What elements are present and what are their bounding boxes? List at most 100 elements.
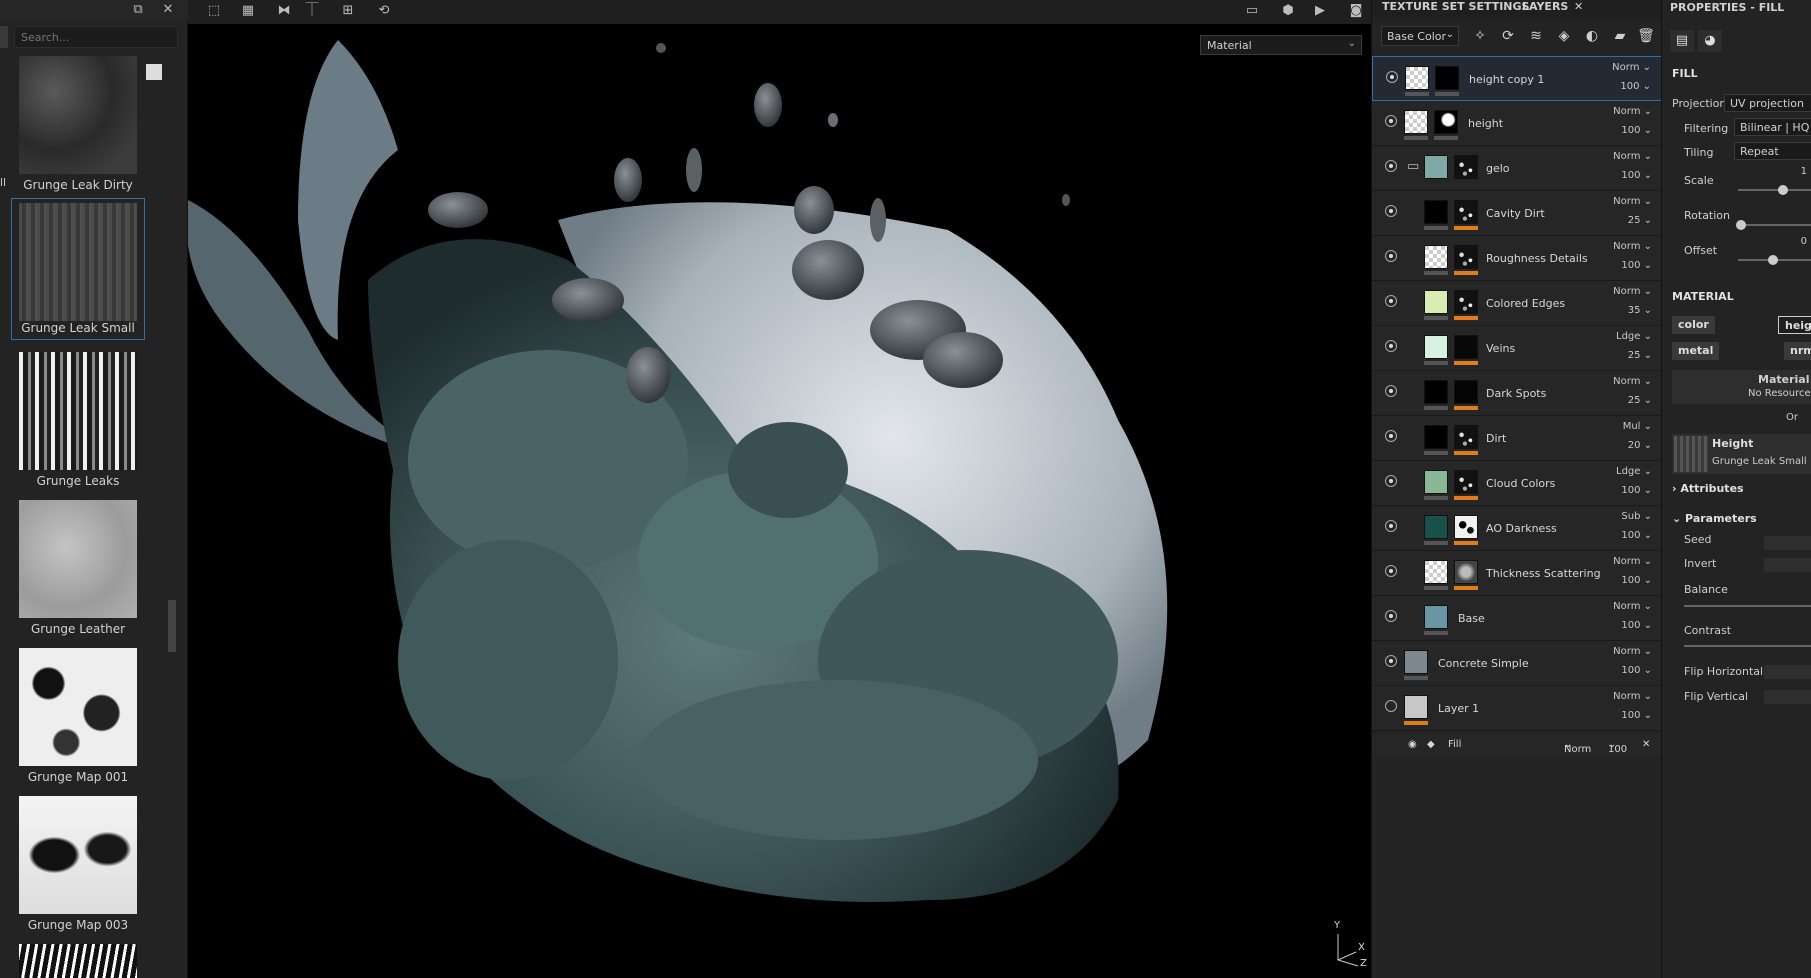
visibility-eye-icon[interactable] (1385, 205, 1397, 217)
tab-layers[interactable]: LAYERS (1522, 0, 1568, 13)
visibility-eye-icon[interactable] (1385, 340, 1397, 352)
mask-thumbnail[interactable] (1454, 200, 1478, 224)
layer-blend-mode[interactable]: Norm ⌄ (1613, 601, 1652, 612)
scale-slider-knob[interactable] (1778, 185, 1788, 195)
flip-horizontal-toggle[interactable] (1764, 665, 1811, 679)
shelf-item-grunge-leaks[interactable]: Grunge Leaks (12, 352, 144, 492)
visibility-eye-icon[interactable] (1385, 610, 1397, 622)
channel-toggle-height[interactable]: heigh (1778, 316, 1811, 334)
mask-thumbnail[interactable] (1454, 155, 1478, 179)
delete-layer-icon[interactable]: 🗑 (1636, 27, 1656, 45)
flip-vertical-toggle[interactable] (1764, 690, 1811, 704)
layer-opacity[interactable]: 100 ⌄ (1621, 575, 1652, 586)
height-resource-slot[interactable]: Height Grunge Leak Small (1672, 434, 1811, 474)
layer-row-concrete-simple[interactable]: Concrete Simple Norm ⌄ 100 ⌄ (1372, 641, 1662, 686)
layer-opacity[interactable]: 100 ⌄ (1621, 485, 1652, 496)
view-3d-icon[interactable]: ⬢ (1278, 3, 1298, 19)
scale-slider[interactable] (1738, 185, 1811, 195)
folder-icon[interactable]: ▭ (1407, 159, 1419, 174)
add-effect-icon[interactable]: ✧ (1470, 27, 1490, 45)
projection-select[interactable]: UV projection (1724, 94, 1811, 112)
layer-blend-mode[interactable]: Norm ⌄ (1613, 241, 1652, 252)
mask-thumbnail[interactable] (1454, 245, 1478, 269)
layer-name[interactable]: Layer 1 (1438, 702, 1479, 715)
shelf-toggle-checkbox[interactable] (146, 64, 162, 80)
visibility-eye-icon[interactable] (1386, 71, 1398, 83)
visibility-eye-icon[interactable] (1385, 430, 1397, 442)
visibility-eye-icon[interactable] (1385, 520, 1397, 532)
layer-blend-mode[interactable]: Mul ⌄ (1623, 421, 1652, 432)
mask-thumbnail[interactable] (1435, 66, 1459, 90)
layer-opacity[interactable]: 100 ⌄ (1621, 620, 1652, 631)
shelf-item-partial[interactable] (12, 944, 144, 978)
layer-blend-mode[interactable]: Norm ⌄ (1613, 376, 1652, 387)
layer-blend-mode[interactable]: Norm ⌄ (1613, 286, 1652, 297)
mask-thumbnail[interactable] (1454, 470, 1478, 494)
layer-blend-mode[interactable]: Norm ⌄ (1613, 106, 1652, 117)
tab-texture-set-settings[interactable]: TEXTURE SET SETTINGS (1382, 0, 1529, 13)
material-mode-icon[interactable]: ▤ (1670, 30, 1694, 52)
layer-row-layer-1[interactable]: Layer 1 Norm ⌄ 100 ⌄ (1372, 686, 1662, 731)
add-folder-icon[interactable]: ▰ (1610, 27, 1630, 45)
attributes-section[interactable]: › Attributes (1672, 482, 1744, 495)
mirror-icon[interactable]: ⧓ (274, 3, 294, 19)
layer-opacity[interactable]: 20 ⌄ (1628, 440, 1652, 451)
add-smart-mask-icon[interactable]: ⟳ (1498, 27, 1518, 45)
layer-name[interactable]: Dark Spots (1486, 387, 1546, 400)
layer-opacity[interactable]: 100 ⌄ (1621, 125, 1652, 136)
layer-row-cavity-dirt[interactable]: Cavity Dirt Norm ⌄ 25 ⌄ (1372, 191, 1662, 236)
layer-name[interactable]: Colored Edges (1486, 297, 1565, 310)
layer-opacity[interactable]: 100 ⌄ (1621, 260, 1652, 271)
channel-toggle-nrm[interactable]: nrm (1784, 342, 1811, 360)
layer-row-base[interactable]: Base Norm ⌄ 100 ⌄ (1372, 596, 1662, 641)
viewport-display-mode-select[interactable]: Material ⌄ (1200, 35, 1362, 55)
fill-blend-mode[interactable]: Norm ⌄ (1564, 739, 1591, 755)
shelf-search-input[interactable] (14, 26, 178, 48)
layer-name[interactable]: Roughness Details (1486, 252, 1588, 265)
visibility-eye-icon[interactable] (1385, 700, 1397, 712)
view-2d-icon[interactable]: ▭ (1242, 3, 1262, 19)
scale-value[interactable]: 1 (1801, 166, 1807, 177)
layer-blend-mode[interactable]: Norm ⌄ (1613, 196, 1652, 207)
layer-name[interactable]: Cloud Colors (1486, 477, 1555, 490)
viewport-3d[interactable]: ⬚ ▦ ⧓ ⏉ ⊞ ⟲ ▭ ⬢ ▶ ◙ Material ⌄ Y X Z (188, 0, 1371, 978)
layer-name[interactable]: Cavity Dirt (1486, 207, 1545, 220)
add-layer-icon[interactable]: ≋ (1526, 27, 1546, 45)
layer-blend-mode[interactable]: Sub ⌄ (1621, 511, 1652, 522)
shelf-item-grunge-map-003[interactable]: Grunge Map 003 (12, 796, 144, 936)
add-icon[interactable]: ⊞ (338, 3, 358, 19)
layer-opacity[interactable]: 100 ⌄ (1621, 170, 1652, 181)
contrast-slider[interactable] (1684, 645, 1811, 647)
layer-name[interactable]: Veins (1486, 342, 1515, 355)
channel-toggle-metal[interactable]: metal (1672, 342, 1720, 360)
visibility-eye-icon[interactable] (1385, 250, 1397, 262)
mask-thumbnail[interactable] (1454, 560, 1478, 584)
layer-blend-mode[interactable]: Norm ⌄ (1613, 691, 1652, 702)
layer-row-height-copy-1[interactable]: height copy 1 Norm ⌄ 100 ⌄ (1372, 56, 1662, 101)
parameters-section[interactable]: ⌄ Parameters (1672, 512, 1757, 525)
channel-select[interactable]: Base Color ⌄ (1381, 26, 1459, 46)
shelf-category-tab[interactable] (0, 26, 8, 48)
visibility-eye-icon[interactable] (1385, 475, 1397, 487)
layer-row-gelo[interactable]: ▭ gelo Norm ⌄ 100 ⌄ (1372, 146, 1662, 191)
material-resource-slot[interactable]: Material r No Resource (1672, 370, 1811, 404)
undock-icon[interactable]: ⧉ (130, 2, 146, 18)
layer-row-veins[interactable]: Veins Ldge ⌄ 25 ⌄ (1372, 326, 1662, 371)
fill-effect-name[interactable]: Fill (1448, 739, 1461, 750)
selection-mode-icon[interactable]: ⬚ (204, 3, 224, 19)
add-mask-icon[interactable]: ◐ (1582, 27, 1602, 45)
close-icon[interactable]: ✕ (160, 2, 176, 18)
layer-row-colored-edges[interactable]: Colored Edges Norm ⌄ 35 ⌄ (1372, 281, 1662, 326)
mask-thumbnail[interactable] (1454, 380, 1478, 404)
layer-opacity[interactable]: 100 ⌄ (1621, 710, 1652, 721)
layer-name[interactable]: height copy 1 (1469, 73, 1544, 86)
layer-opacity[interactable]: 100 ⌄ (1620, 81, 1651, 92)
rotation-slider-knob[interactable] (1736, 220, 1746, 230)
layer-blend-mode[interactable]: Ldge ⌄ (1616, 331, 1652, 342)
layer-opacity[interactable]: 25 ⌄ (1628, 395, 1652, 406)
layer-row-roughness-details[interactable]: Roughness Details Norm ⌄ 100 ⌄ (1372, 236, 1662, 281)
shelf-scrollbar[interactable] (168, 600, 176, 652)
layer-name[interactable]: height (1468, 117, 1503, 130)
visibility-eye-icon[interactable] (1385, 385, 1397, 397)
layer-name[interactable]: Thickness Scattering (1486, 567, 1601, 580)
